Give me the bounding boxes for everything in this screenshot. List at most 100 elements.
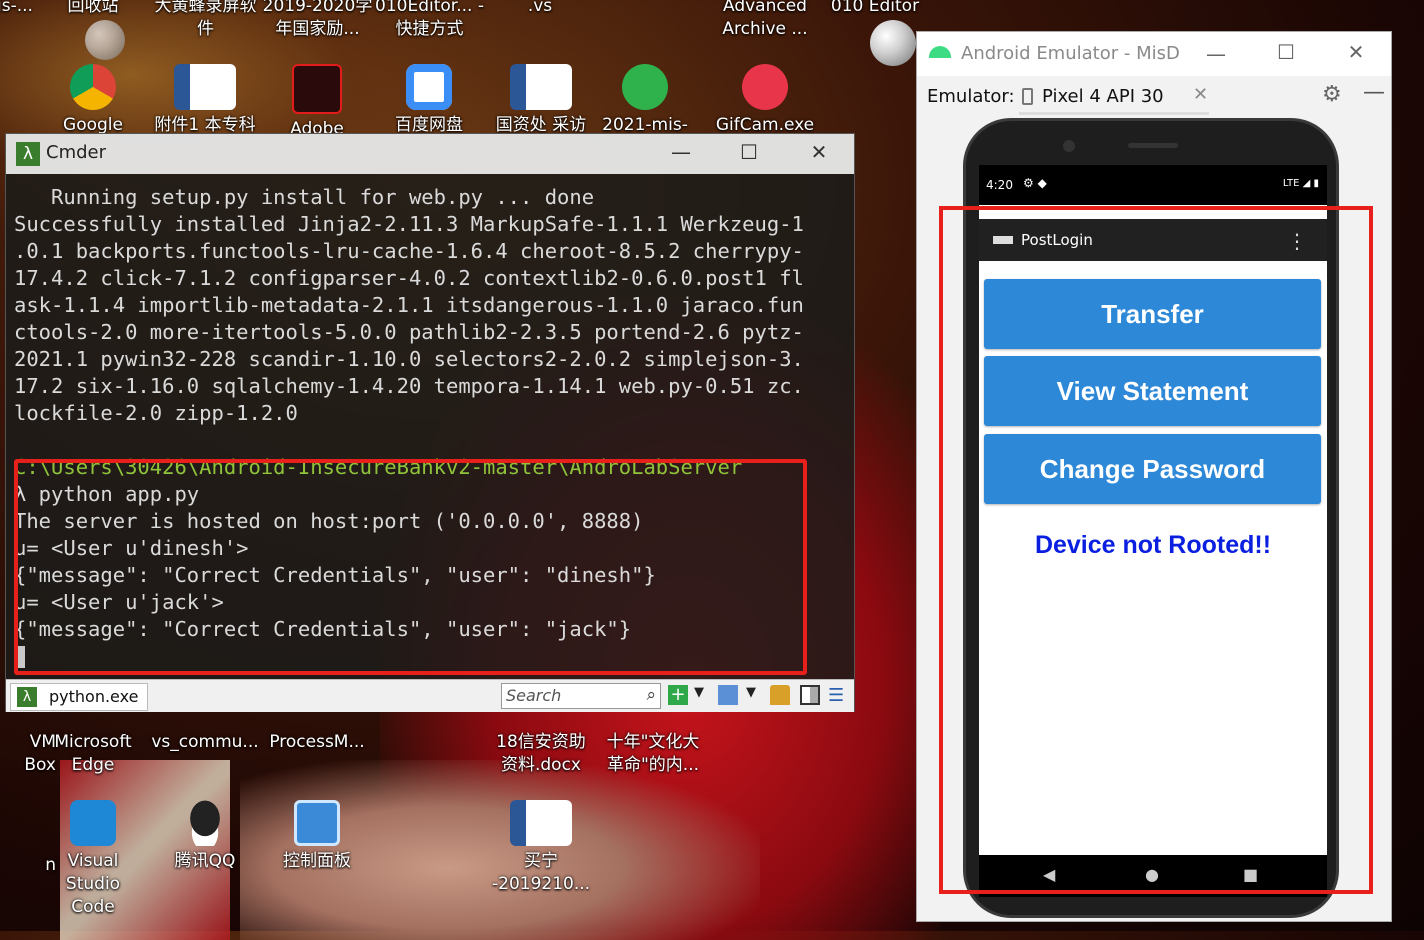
emulator-title: Android Emulator - MisD <box>961 43 1180 64</box>
desktop-icon-word-doc-5[interactable]: 买宁 -2019210... <box>486 800 596 896</box>
dropdown-arrow-icon[interactable]: ▼ <box>746 685 766 705</box>
qq-penguin-icon <box>182 800 228 846</box>
desktop-icon-010editor-shortcut[interactable]: 010Editor... - 快捷方式 <box>372 0 487 41</box>
wallpaper-ornament <box>85 20 125 60</box>
desktop-icon-label: 2019-2020学年国家励... <box>262 0 373 39</box>
cmder-title-bar[interactable]: λ Cmder — ☐ ✕ <box>6 134 854 174</box>
desktop-icon-label: 十年"文化大革命"的内... <box>606 732 700 775</box>
desktop-icon-label: 回收站 <box>67 0 119 16</box>
desktop-icon-label: .vs <box>527 0 553 16</box>
emulator-toolbar: Emulator: Pixel 4 API 30 ✕ ⚙ — <box>917 78 1391 116</box>
desktop-icon-label: 18信安资助资料.docx <box>496 732 586 775</box>
word-doc-icon <box>510 800 572 846</box>
maximize-button[interactable]: ☐ <box>1271 40 1301 64</box>
gear-icon[interactable]: ⚙ <box>1322 82 1342 107</box>
desktop-icon-label: 010Editor... - 快捷方式 <box>375 0 484 39</box>
desktop-icon-adobe[interactable]: Adobe <box>262 64 372 141</box>
desktop-icon-recycle-bin[interactable]: 回收站 <box>38 0 148 18</box>
new-console-icon[interactable]: + <box>668 685 688 705</box>
desktop-icon-label: Visual Studio Code <box>65 851 121 917</box>
desktop-icon-label: ProcessM... <box>269 732 365 752</box>
desktop-icon-word-doc-3[interactable]: 18信安资助资料.docx <box>486 731 596 777</box>
desktop-icon-word-doc[interactable]: 附件1 本专科 <box>150 64 260 137</box>
desktop-icon-doc[interactable]: 2019-2020学年国家励... <box>260 0 375 41</box>
desktop-icon-vs-community[interactable]: vs_commu... <box>150 731 260 754</box>
device-icon <box>1022 88 1033 105</box>
desktop-icon-label: vs_commu... <box>151 732 259 752</box>
lock-icon[interactable] <box>770 685 790 705</box>
cmder-lambda-icon: λ <box>16 142 40 166</box>
minimize-panel-icon[interactable]: — <box>1363 80 1385 105</box>
split-view-icon[interactable] <box>800 685 820 705</box>
terminal-line: lockfile-2.0 zipp-1.2.0 <box>14 401 298 425</box>
desktop-icon-gifcam[interactable]: GifCam.exe <box>710 64 820 137</box>
desktop-icon-chrome[interactable]: Google <box>38 64 148 137</box>
device-tab-label[interactable]: Pixel 4 API 30 <box>1042 86 1164 107</box>
cmder-status-bar: λ python.exe Search ⌕ + ▼ ▼ ☰ <box>6 679 854 712</box>
camera-icon <box>742 64 788 110</box>
maximize-button[interactable]: ☐ <box>734 140 764 164</box>
status-time: 4:20 <box>986 178 1013 192</box>
speaker-grille <box>1128 143 1178 148</box>
desktop-icon-word-doc-2[interactable]: 国资处 采访 <box>486 64 596 137</box>
desktop-icon-control-panel[interactable]: 控制面板 <box>262 800 372 873</box>
network-label: LTE <box>1282 178 1300 189</box>
desktop-icon-vs[interactable]: .vs <box>485 0 595 18</box>
terminal-line: 2021.1 pywin32-228 scandir-1.10.0 select… <box>14 347 804 371</box>
baidu-netdisk-icon <box>406 64 452 110</box>
minimize-button[interactable]: — <box>666 140 696 164</box>
tab-settings-icon[interactable] <box>718 685 738 705</box>
close-tab-icon[interactable]: ✕ <box>1193 84 1208 105</box>
desktop-icon-label: 买宁 -2019210... <box>492 851 591 894</box>
red-highlight-box <box>939 206 1373 894</box>
desktop-icon-010editor[interactable]: 010 Editor <box>820 0 930 18</box>
chrome-icon <box>70 64 116 110</box>
desktop-icon-2021-mis[interactable]: 2021-mis- <box>590 64 700 137</box>
desktop-icon-vscode[interactable]: Visual Studio Code <box>38 800 148 919</box>
search-placeholder: Search <box>506 686 562 705</box>
desktop-icon-edge[interactable]: Microsoft Edge <box>38 731 148 777</box>
desktop-icon-baidu-netdisk[interactable]: 百度网盘 <box>374 64 484 137</box>
desktop-icon-doc-4[interactable]: 十年"文化大革命"的内... <box>598 731 708 777</box>
emulator-label: Emulator: <box>927 86 1015 107</box>
terminal-line: ctools-2.0 more-itertools-5.0.0 pathlib2… <box>14 320 804 344</box>
dropdown-arrow-icon[interactable]: ▼ <box>694 685 714 705</box>
desktop-icon-label: 010 Editor <box>830 0 920 16</box>
terminal-line: Successfully installed Jinja2-2.11.3 Mar… <box>14 212 804 236</box>
desktop-icon-label: 大黄蜂录屏软件 <box>154 0 257 39</box>
red-highlight-box <box>14 459 807 675</box>
desktop-icon-recorder[interactable]: 大黄蜂录屏软件 <box>148 0 263 41</box>
close-button[interactable]: ✕ <box>1341 40 1371 64</box>
desktop-icon-advanced-archive[interactable]: Advanced Archive ... <box>710 0 820 41</box>
lambda-icon: λ <box>17 687 37 707</box>
camera-icon <box>1063 140 1075 152</box>
menu-icon[interactable]: ☰ <box>828 685 848 706</box>
terminal-line: 17.2 six-1.16.0 sqlalchemy-1.4.20 tempor… <box>14 374 804 398</box>
console-tab-label: python.exe <box>49 687 139 706</box>
word-doc-icon <box>174 64 236 110</box>
minimize-button[interactable]: — <box>1201 42 1231 66</box>
desktop-icon-label: Advanced Archive ... <box>722 0 808 39</box>
desktop-icon-label: 控制面板 <box>283 851 351 871</box>
terminal-line: 17.4.2 click-7.1.2 configparser-4.0.2 co… <box>14 266 804 290</box>
adobe-acrobat-icon <box>292 64 342 114</box>
desktop-icon-qq[interactable]: 腾讯QQ <box>150 800 260 873</box>
terminal-line: .0.1 backports.functools-lru-cache-1.6.4… <box>14 239 804 263</box>
device-tab-underline <box>1019 112 1209 115</box>
desktop-icon-label: Microsoft Edge <box>54 732 132 775</box>
phone-status-bar: 4:20 ⚙ ◆ LTE ◢ ▮ <box>979 165 1327 205</box>
control-panel-icon <box>294 800 340 846</box>
status-network: LTE ◢ ▮ <box>1282 178 1319 189</box>
console-tab[interactable]: λ python.exe <box>10 683 148 711</box>
search-icon: ⌕ <box>646 685 656 705</box>
search-input[interactable]: Search ⌕ <box>501 683 661 709</box>
wallpaper-ornament <box>870 20 916 66</box>
terminal-line: ask-1.1.4 importlib-metadata-2.1.1 itsda… <box>14 293 804 317</box>
emulator-title-bar[interactable]: Android Emulator - MisD — ☐ ✕ <box>917 32 1391 76</box>
checkmark-icon <box>622 64 668 110</box>
desktop-icon-procmon[interactable]: ProcessM... <box>262 731 372 754</box>
cmder-window[interactable]: λ Cmder — ☐ ✕ Running setup.py install f… <box>5 133 855 712</box>
close-button[interactable]: ✕ <box>804 140 834 164</box>
android-icon <box>929 46 951 58</box>
status-gear-shield-icon: ⚙ ◆ <box>1023 176 1047 190</box>
